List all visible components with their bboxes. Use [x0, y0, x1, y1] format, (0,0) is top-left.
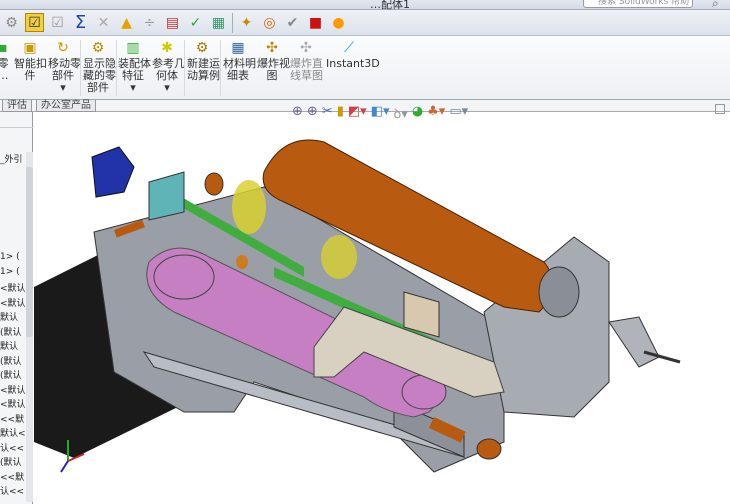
- ribbon-item-instant3d[interactable]: ⟋ Instant3D: [326, 40, 380, 70]
- tree-item[interactable]: (默认: [0, 354, 26, 367]
- ribbon-item-reference-geometry[interactable]: ✱ 参考几 何体 ▾: [152, 40, 185, 94]
- appearance-icon[interactable]: ●: [329, 13, 348, 32]
- measure-icon[interactable]: ✕: [94, 13, 113, 32]
- tree-item[interactable]: _外引: [0, 152, 26, 165]
- coordinate-triad: [60, 440, 85, 473]
- teal-block: [148, 171, 185, 221]
- toolbar-separator: [232, 12, 233, 33]
- dimension-icon[interactable]: ÷: [140, 13, 159, 32]
- check-circle-icon[interactable]: ✔: [283, 13, 302, 32]
- part-icon: ▪: [0, 40, 8, 56]
- ribbon-item-smart-fastener[interactable]: ▣ 智能扣 件: [14, 40, 47, 82]
- display-icon[interactable]: ✦: [237, 13, 256, 32]
- orange-bolt: [204, 172, 224, 196]
- z-axis: [60, 460, 69, 473]
- ribbon-item-exploded-view[interactable]: ✣ 爆炸视 图: [257, 40, 290, 82]
- bom-icon: ▦: [231, 40, 245, 56]
- tree-item[interactable]: <默认: [0, 383, 26, 396]
- ribbon-item-part[interactable]: ▪零 …: [0, 40, 12, 82]
- tree-item[interactable]: <默认: [0, 296, 26, 309]
- help-search-input[interactable]: 搜索 SolidWorks 帮助: [583, 0, 693, 8]
- tab-office-products[interactable]: 办公室产品: [36, 100, 96, 112]
- ribbon-separator: [220, 40, 221, 96]
- show-hidden-icon: ⚙: [91, 40, 105, 56]
- tree-item[interactable]: 默认: [0, 310, 26, 323]
- tree-item[interactable]: 1> (: [0, 267, 26, 277]
- orange-bolt-2: [236, 255, 248, 269]
- tree-item[interactable]: (默认: [0, 455, 26, 468]
- feature-manager-tree: _外引 1> (1> (<默认 <默认 默认 (默认 默认 (默认 (默认 <默认 <默认 <<默默…: [0, 112, 33, 504]
- orange-bolt-3: [476, 438, 502, 460]
- spindle-motor-end: [538, 266, 580, 318]
- tree-item[interactable]: 默认<: [0, 426, 26, 439]
- check-icon[interactable]: ☑: [48, 13, 67, 32]
- interference-icon[interactable]: ✓: [186, 13, 205, 32]
- ribbon-separator: [184, 40, 185, 96]
- color-icon[interactable]: ■: [306, 13, 325, 32]
- tree-item[interactable]: (默认: [0, 368, 26, 381]
- instant3d-icon: ⟋: [344, 40, 354, 56]
- explode-line-icon: ✣: [300, 40, 312, 56]
- exploded-view-icon: ✣: [266, 40, 278, 56]
- yellow-coupler-2: [321, 235, 357, 279]
- main-toolbar: ⚙ ☑ ☑ Σ ✕ ▲ ÷ ▤ ✓ ▦ ✦ ◎ ✔ ■ ●: [0, 10, 730, 36]
- ribbon-item-explode-line-sketch[interactable]: ✣ 爆炸直 线草图: [290, 40, 323, 82]
- ribbon-item-bom[interactable]: ▦ 材料明 细表: [223, 40, 256, 82]
- part-review-icon[interactable]: ▤: [163, 13, 182, 32]
- ribbon-item-show-hidden[interactable]: ⚙ 显示隐 藏的零 部件: [83, 40, 116, 94]
- panel-header: [0, 114, 33, 128]
- ribbon-separator: [80, 40, 81, 96]
- tree-scrollbar-thumb[interactable]: [26, 167, 33, 337]
- table-icon[interactable]: ▦: [209, 13, 228, 32]
- warning-icon[interactable]: ▲: [117, 13, 136, 32]
- tree-item[interactable]: 认<<: [0, 441, 26, 454]
- tree-item[interactable]: <<默: [0, 470, 26, 483]
- options-icon[interactable]: ☑: [25, 13, 44, 32]
- x-axis: [67, 453, 85, 462]
- move-component-icon: ↻: [57, 40, 69, 56]
- tree-item[interactable]: 认<<: [0, 484, 26, 497]
- assembly-model[interactable]: [34, 112, 730, 504]
- assembly-features-icon: ▥: [126, 40, 140, 56]
- ribbon-separator: [116, 40, 117, 96]
- blue-connector: [91, 146, 135, 198]
- tree-item[interactable]: <<默: [0, 412, 26, 425]
- tree-item[interactable]: 1> (: [0, 252, 26, 262]
- rebuild-icon[interactable]: ⚙: [2, 13, 21, 32]
- ribbon-item-new-motion-study[interactable]: ⚙ 新建运 动算例: [187, 40, 220, 82]
- tree-item[interactable]: <默认: [0, 397, 26, 410]
- spindle: [608, 316, 660, 368]
- ribbon-item-move-component[interactable]: ↻ 移动零 部件 ▾: [48, 40, 81, 94]
- hole-icon[interactable]: ◎: [260, 13, 279, 32]
- title-bar: …配体1 搜索 SolidWorks 帮助 ⌕: [0, 0, 730, 11]
- command-manager-ribbon: ▪零 … ▣智能扣 件 ↻移动零 部件▾ ⚙显示隐 藏的零 部件 ▥装配体 特征…: [0, 36, 730, 100]
- sum-icon[interactable]: Σ: [71, 12, 90, 33]
- motion-study-icon: ⚙: [195, 40, 209, 56]
- tree-item[interactable]: (默认: [0, 325, 26, 338]
- tree-item[interactable]: <默认: [0, 281, 26, 294]
- tab-evaluate[interactable]: 评估: [2, 100, 32, 112]
- ribbon-item-assembly-features[interactable]: ▥ 装配体 特征 ▾: [118, 40, 151, 94]
- tree-item[interactable]: 默认: [0, 339, 26, 352]
- smart-fastener-icon: ▣: [23, 40, 37, 56]
- reference-geometry-icon: ✱: [161, 40, 173, 56]
- yellow-coupler: [232, 180, 266, 234]
- pulley-left: [153, 254, 215, 300]
